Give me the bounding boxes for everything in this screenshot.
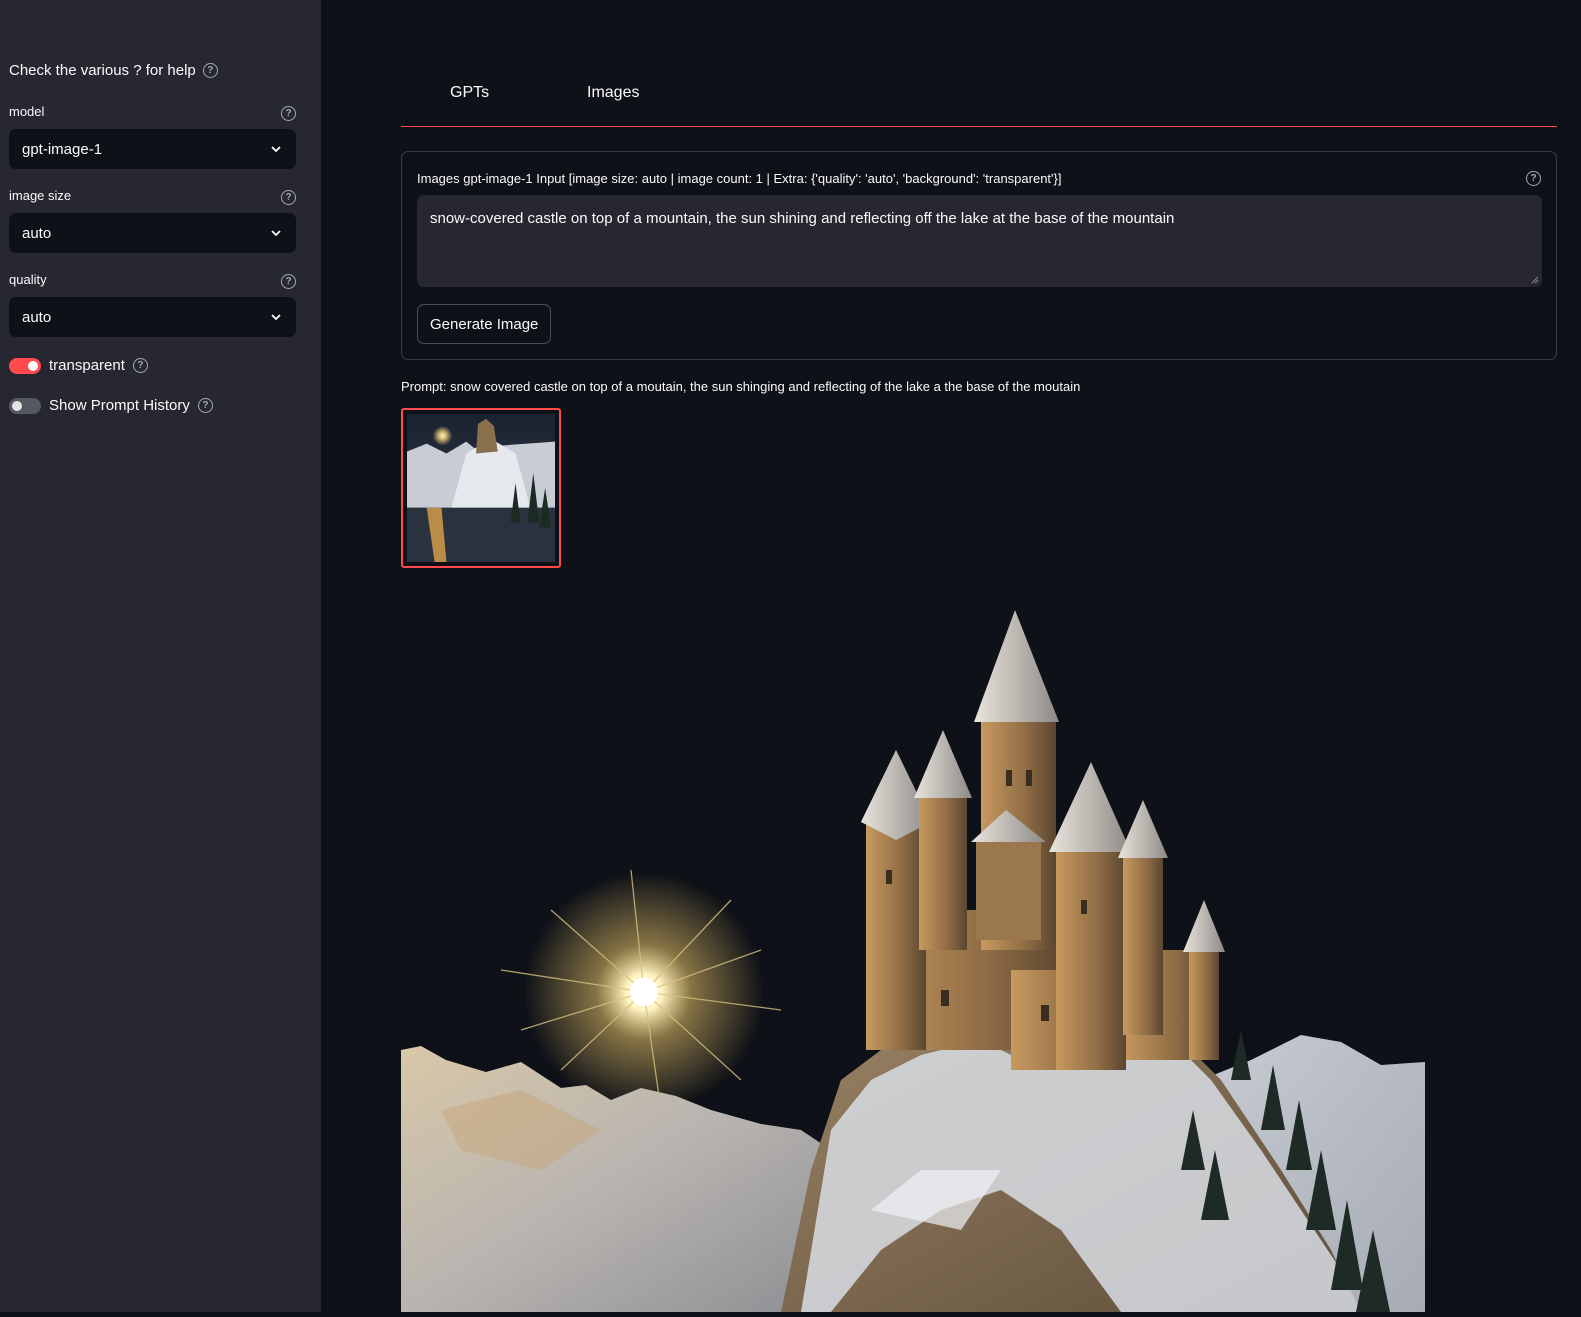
generate-image-button[interactable]: Generate Image: [417, 304, 552, 344]
transparent-row: transparent ?: [9, 357, 148, 374]
main-panel: GPTs Images Images gpt-image-1 Input [im…: [321, 0, 1581, 1312]
history-row: Show Prompt History ?: [9, 397, 213, 414]
resize-handle-icon[interactable]: [1531, 276, 1539, 284]
result-thumbnail[interactable]: [401, 408, 561, 568]
help-icon[interactable]: ?: [202, 63, 218, 78]
transparent-help-icon[interactable]: ?: [132, 358, 148, 373]
form-label: Images gpt-image-1 Input [image size: au…: [417, 171, 1062, 186]
history-help-icon[interactable]: ?: [197, 398, 213, 413]
image-size-select-value: auto: [22, 224, 52, 242]
quality-help-icon[interactable]: ?: [281, 274, 296, 289]
prompt-textarea[interactable]: snow-covered castle on top of a mountain…: [417, 195, 1542, 287]
form-help-icon[interactable]: ?: [1526, 171, 1541, 186]
chevron-down-icon: [269, 310, 283, 324]
image-size-label: image size: [9, 188, 72, 203]
model-label: model: [9, 104, 45, 119]
transparent-toggle[interactable]: [9, 357, 41, 374]
toggle-knob: [12, 400, 22, 411]
result-prompt-caption: Prompt: snow covered castle on top of a …: [401, 379, 1081, 394]
tab-bar: GPTs Images: [401, 74, 1557, 127]
image-size-select[interactable]: auto: [9, 213, 296, 253]
model-select[interactable]: gpt-image-1: [9, 129, 296, 169]
generated-image: [401, 610, 1425, 1312]
transparent-label: transparent: [49, 357, 125, 374]
prompt-text: snow-covered castle on top of a mountain…: [430, 210, 1175, 227]
toggle-knob: [28, 360, 38, 371]
castle-mountain-image: [401, 610, 1425, 1312]
image-size-help-icon[interactable]: ?: [281, 190, 296, 205]
chevron-down-icon: [269, 142, 283, 156]
history-label: Show Prompt History: [49, 397, 190, 414]
model-help-icon[interactable]: ?: [281, 106, 296, 121]
quality-select-value: auto: [22, 308, 52, 326]
quality-select[interactable]: auto: [9, 297, 296, 337]
chevron-down-icon: [269, 226, 283, 240]
help-header: Check the various ? for help ?: [9, 62, 218, 79]
help-header-text: Check the various ? for help: [9, 62, 196, 79]
castle-thumbnail-image: [407, 414, 555, 562]
sidebar: Check the various ? for help ? model ? g…: [0, 0, 321, 1312]
tab-gpts[interactable]: GPTs: [450, 84, 489, 102]
quality-label: quality: [9, 272, 47, 287]
history-toggle[interactable]: [9, 397, 41, 414]
image-input-form: Images gpt-image-1 Input [image size: au…: [401, 151, 1557, 360]
tab-images[interactable]: Images: [587, 84, 639, 102]
model-select-value: gpt-image-1: [22, 140, 103, 158]
